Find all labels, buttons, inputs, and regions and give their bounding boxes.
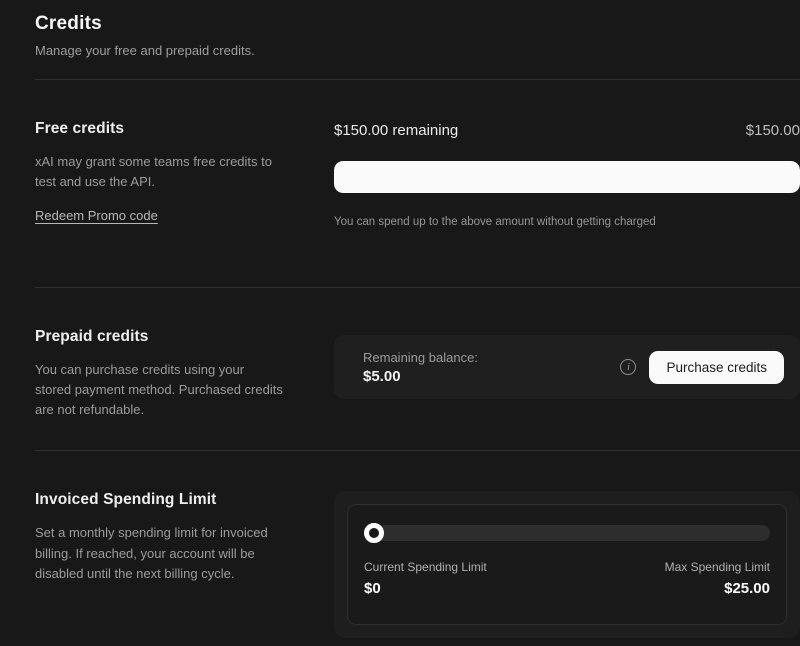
page-header: Credits Manage your free and prepaid cre… <box>35 0 797 58</box>
free-credits-progress-bar <box>334 161 800 193</box>
invoiced-limit-heading: Invoiced Spending Limit <box>35 491 334 509</box>
redeem-promo-code-link[interactable]: Redeem Promo code <box>35 208 158 223</box>
spending-limit-card: Current Spending Limit $0 Max Spending L… <box>334 491 800 638</box>
total-amount-label: $150.00 <box>746 122 800 139</box>
free-credits-section: Free credits xAI may grant some teams fr… <box>0 80 800 287</box>
prepaid-credits-heading: Prepaid credits <box>35 328 334 346</box>
invoiced-limit-panel: Current Spending Limit $0 Max Spending L… <box>334 491 800 638</box>
limit-labels: Current Spending Limit $0 Max Spending L… <box>364 560 770 597</box>
prepaid-credits-description: You can purchase credits using your stor… <box>35 360 283 420</box>
free-credits-heading: Free credits <box>35 120 334 138</box>
prepaid-balance-card: Remaining balance: $5.00 i Purchase cred… <box>334 335 800 399</box>
purchase-credits-button[interactable]: Purchase credits <box>649 351 784 384</box>
spending-limit-card-inner: Current Spending Limit $0 Max Spending L… <box>347 504 787 625</box>
remaining-amount-label: $150.00 remaining <box>334 122 458 139</box>
current-limit-label: Current Spending Limit <box>364 560 487 574</box>
remaining-balance-value: $5.00 <box>363 368 478 385</box>
current-limit-value: $0 <box>364 580 487 597</box>
free-credits-info: Free credits xAI may grant some teams fr… <box>35 120 334 228</box>
free-credits-description: xAI may grant some teams free credits to… <box>35 152 283 192</box>
invoiced-limit-section: Invoiced Spending Limit Set a monthly sp… <box>0 451 800 638</box>
balance-actions: i Purchase credits <box>620 351 784 384</box>
free-credits-bar-header: $150.00 remaining $150.00 <box>334 120 800 139</box>
balance-text: Remaining balance: $5.00 <box>363 350 478 385</box>
invoiced-limit-description: Set a monthly spending limit for invoice… <box>35 523 283 583</box>
prepaid-credits-panel: Remaining balance: $5.00 i Purchase cred… <box>334 328 800 420</box>
prepaid-credits-info: Prepaid credits You can purchase credits… <box>35 328 334 420</box>
max-limit-label: Max Spending Limit <box>665 560 770 574</box>
max-limit-value: $25.00 <box>665 580 770 597</box>
spending-limit-slider[interactable] <box>364 523 770 543</box>
info-icon[interactable]: i <box>620 359 636 375</box>
max-limit: Max Spending Limit $25.00 <box>665 560 770 597</box>
page-title: Credits <box>35 13 797 35</box>
current-limit: Current Spending Limit $0 <box>364 560 487 597</box>
spend-note: You can spend up to the above amount wit… <box>334 216 800 228</box>
prepaid-credits-section: Prepaid credits You can purchase credits… <box>0 288 800 450</box>
credits-page: Credits Manage your free and prepaid cre… <box>0 0 800 646</box>
invoiced-limit-info: Invoiced Spending Limit Set a monthly sp… <box>35 491 334 638</box>
slider-track[interactable] <box>364 525 770 541</box>
free-credits-panel: $150.00 remaining $150.00 You can spend … <box>334 120 800 228</box>
page-subtitle: Manage your free and prepaid credits. <box>35 43 797 58</box>
free-credits-progress-fill <box>334 161 800 193</box>
remaining-balance-label: Remaining balance: <box>363 350 478 365</box>
